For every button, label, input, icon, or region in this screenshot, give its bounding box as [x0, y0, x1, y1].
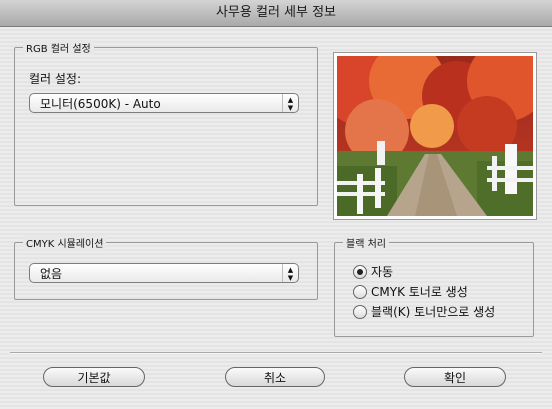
cmyk-group-legend: CMYK 시뮬레이션 [23, 235, 107, 250]
up-down-chevrons-icon: ▲ ▼ [282, 94, 298, 112]
dialog-content: RGB 컬러 설정 컬러 설정: 모니터(6500K) - Auto ▲ ▼ C… [0, 27, 552, 409]
radio-auto[interactable]: 자동 [353, 263, 393, 281]
cmyk-simulation-value: 없음 [40, 267, 63, 281]
radio-unselected-icon [353, 304, 367, 319]
color-setting-popup[interactable]: 모니터(6500K) - Auto ▲ ▼ [29, 93, 299, 113]
rgb-color-settings-group: RGB 컬러 설정 컬러 설정: 모니터(6500K) - Auto ▲ ▼ [14, 40, 318, 206]
color-setting-value: 모니터(6500K) - Auto [40, 97, 161, 111]
radio-selected-icon [353, 264, 367, 279]
black-processing-group: 블랙 처리 자동 CMYK 토너로 생성 블랙(K) 토너만으로 생성 [334, 235, 534, 337]
defaults-button[interactable]: 기본값 [43, 367, 145, 387]
radio-black-toner-only[interactable]: 블랙(K) 토너만으로 생성 [353, 303, 495, 321]
title-bar: 사무용 컬러 세부 정보 [0, 0, 552, 27]
cmyk-simulation-group: CMYK 시뮬레이션 없음 ▲ ▼ [14, 235, 318, 300]
preview-image [334, 53, 536, 219]
rgb-group-legend: RGB 컬러 설정 [23, 40, 94, 55]
radio-auto-label: 자동 [371, 265, 394, 279]
separator [10, 352, 542, 354]
ok-button[interactable]: 확인 [404, 367, 506, 387]
cmyk-simulation-popup[interactable]: 없음 ▲ ▼ [29, 263, 299, 283]
black-group-legend: 블랙 처리 [343, 235, 389, 250]
radio-cmyk-toner[interactable]: CMYK 토너로 생성 [353, 283, 468, 301]
window-title: 사무용 컬러 세부 정보 [215, 5, 337, 20]
autumn-road-picture [337, 56, 533, 216]
radio-cmyk-toner-label: CMYK 토너로 생성 [371, 285, 468, 299]
radio-black-toner-only-label: 블랙(K) 토너만으로 생성 [371, 305, 496, 319]
cancel-button[interactable]: 취소 [225, 367, 325, 387]
radio-unselected-icon [353, 284, 367, 299]
up-down-chevrons-icon: ▲ ▼ [282, 264, 298, 282]
color-setting-label: 컬러 설정: [29, 72, 82, 86]
